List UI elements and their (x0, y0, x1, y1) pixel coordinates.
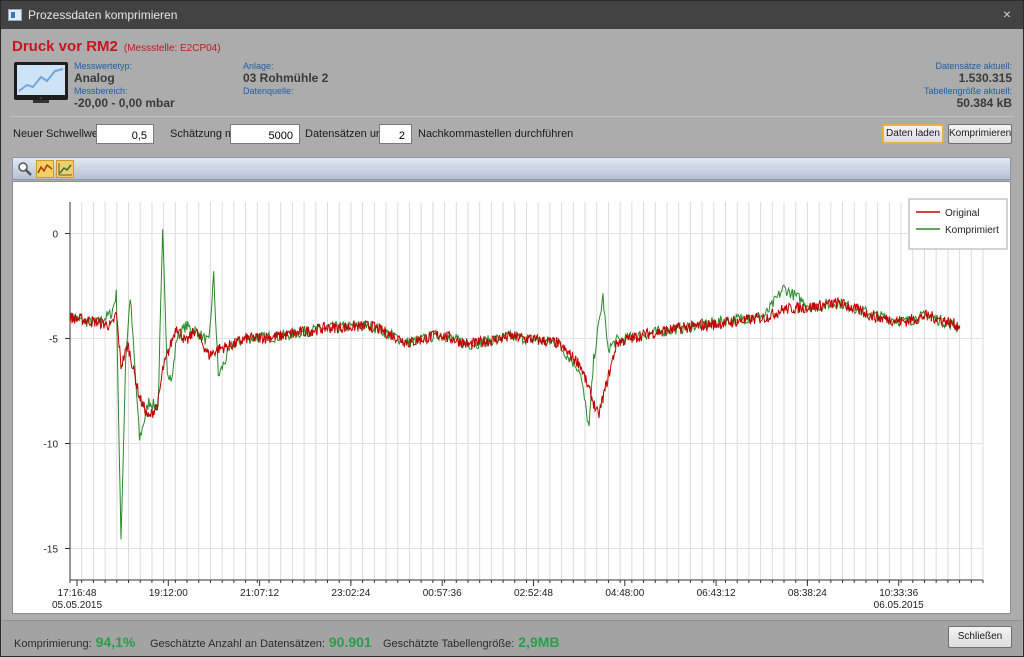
monitor-chart-icon (14, 62, 68, 103)
x-tick-label: 23:02:24 (331, 588, 370, 599)
estimated-records-value: 90.901 (328, 634, 372, 650)
current-records-label: Datensätze aktuell: (935, 61, 1012, 71)
x-tick-date-label: 06.05.2015 (874, 600, 924, 611)
measurement-range-label: Messbereich: (74, 86, 128, 96)
current-table-size-value: 50.384 kB (956, 96, 1012, 110)
measurement-type-value: Analog (74, 71, 115, 85)
legend-box (908, 198, 1008, 250)
chart-area[interactable]: 0 -5 -10 -15 17:16:48 05.05.2015 19:12:00 21:07… (12, 181, 1011, 614)
measurement-type-label: Messwertetyp: (74, 61, 133, 71)
current-records: Datensätze aktuell: 1.530.315 (935, 61, 1012, 85)
plant-label: Anlage: (243, 61, 274, 71)
compress-dialog: Prozessdaten komprimieren × Druck vor RM… (0, 0, 1024, 657)
sample-size-input[interactable] (230, 124, 300, 144)
measurement-range: Messbereich: -20,00 - 0,00 mbar (74, 86, 175, 110)
pressure-line-chart: 0 -5 -10 -15 17:16:4805.05.2015 19:12:00 21:07… (44, 198, 1008, 611)
estimated-table-size-label: Geschätzte Tabellengröße: (383, 638, 515, 650)
area-chart-icon[interactable] (56, 159, 74, 178)
legend-label-original: Original (945, 208, 979, 219)
dialog-content: Druck vor RM2 (Messstelle: E2CP04) Messw… (2, 29, 1022, 656)
y-tick-label: -15 (44, 545, 59, 556)
x-tick-label: 02:52:48 (514, 588, 553, 599)
plant-value: 03 Rohmühle 2 (243, 71, 329, 85)
compression-ratio: Komprimierung: 94,1% (14, 634, 135, 650)
decimal-places-input[interactable] (379, 124, 412, 144)
page-title: Druck vor RM2 (12, 38, 118, 55)
chart-toolbar (12, 157, 1011, 180)
compression-label: Komprimierung: (14, 638, 92, 650)
decimal-places-label: Nachkommastellen durchführen (418, 128, 574, 140)
x-tick-label: 17:16:48 (58, 588, 97, 599)
divider (10, 116, 1014, 117)
compression-value: 94,1% (95, 634, 136, 650)
x-tick-label: 19:12:00 (149, 588, 188, 599)
zoom-icon[interactable] (16, 160, 34, 178)
window-title: Prozessdaten komprimieren (28, 8, 178, 22)
plant: Anlage: 03 Rohmühle 2 (243, 61, 328, 85)
measurement-range-value: -20,00 - 0,00 mbar (74, 96, 175, 110)
x-tick-date-label: 05.05.2015 (52, 600, 102, 611)
data-source-label: Datenquelle: (243, 86, 294, 96)
x-tick-label: 06:43:12 (697, 588, 736, 599)
data-source: Datenquelle: (243, 86, 294, 96)
threshold-label: Neuer Schwellwert: (13, 128, 108, 140)
measuring-point-label: (Messstelle: E2CP04) (123, 43, 221, 54)
x-tick-label: 04:48:00 (605, 588, 644, 599)
close-icon[interactable]: × (999, 6, 1015, 22)
y-tick-label: 0 (52, 230, 58, 241)
x-tick-label: 21:07:12 (240, 588, 279, 599)
estimated-table-size: Geschätzte Tabellengröße: 2,9MB (383, 634, 560, 650)
estimated-records-label: Geschätzte Anzahl an Datensätzen: (150, 638, 325, 650)
threshold-input[interactable] (96, 124, 154, 144)
close-button[interactable]: Schließen (948, 626, 1012, 648)
x-tick-label: 08:38:24 (788, 588, 827, 599)
current-records-value: 1.530.315 (958, 71, 1012, 85)
legend-label-komprimiert: Komprimiert (945, 225, 999, 236)
app-icon (8, 9, 22, 21)
estimated-table-size-value: 2,9MB (518, 634, 560, 650)
x-tick-label: 00:57:36 (423, 588, 462, 599)
status-bar: Komprimierung: 94,1% Geschätzte Anzahl a… (2, 620, 1022, 656)
headline: Druck vor RM2 (Messstelle: E2CP04) (12, 38, 221, 55)
title-bar: Prozessdaten komprimieren × (1, 1, 1023, 29)
estimated-records: Geschätzte Anzahl an Datensätzen: 90.901 (150, 634, 372, 650)
records-and-label: Datensätzen und (305, 128, 389, 140)
y-tick-label: -5 (49, 335, 58, 346)
line-chart-icon[interactable] (36, 159, 54, 178)
current-table-size-label: Tabellengröße aktuell: (923, 86, 1012, 96)
x-tick-label: 10:33:36 (879, 588, 918, 599)
load-data-button[interactable]: Daten laden (882, 124, 944, 144)
measurement-type: Messwertetyp: Analog (74, 61, 132, 85)
y-tick-label: -10 (44, 440, 59, 451)
compress-button[interactable]: Komprimieren (948, 124, 1012, 144)
current-table-size: Tabellengröße aktuell: 50.384 kB (924, 86, 1012, 110)
